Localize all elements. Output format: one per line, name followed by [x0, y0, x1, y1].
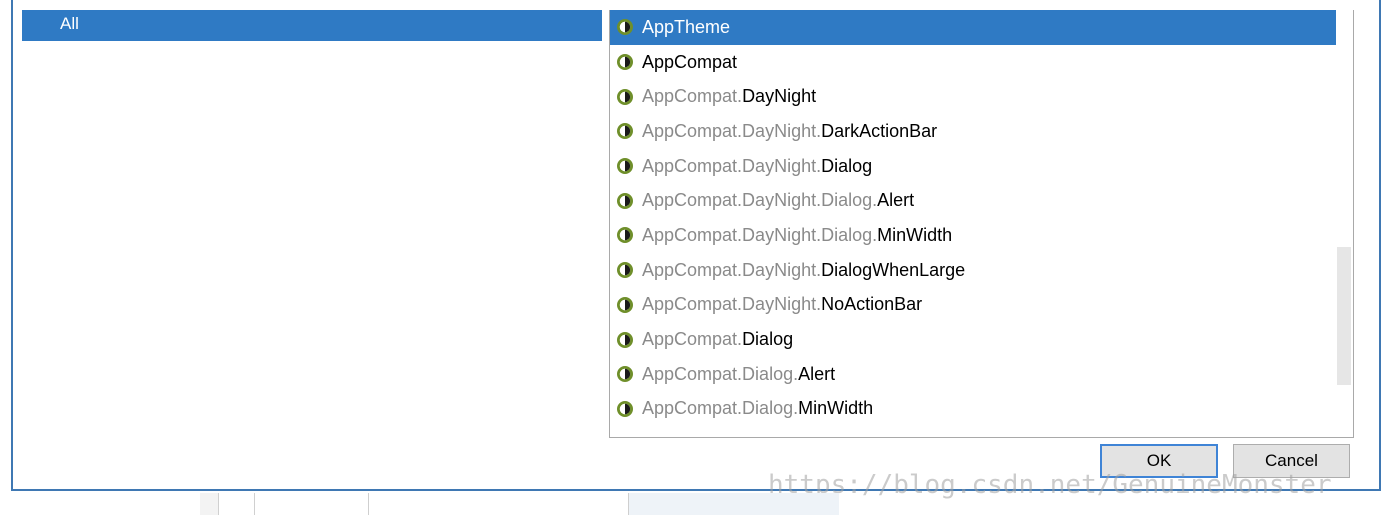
theme-name: MinWidth — [877, 224, 953, 245]
theme-prefix: AppCompat.Dialog. — [642, 363, 799, 384]
background-window-fragment — [219, 493, 255, 515]
category-list[interactable]: All — [22, 10, 602, 435]
theme-list-item[interactable]: AppCompat.DayNight. DarkActionBar — [610, 114, 1353, 149]
watermark-text: https://blog.csdn.net/GenuineMonster — [768, 470, 1332, 500]
theme-prefix: AppCompat.DayNight.Dialog. — [642, 224, 878, 245]
category-item-label: All — [60, 14, 79, 33]
theme-name: Dialog — [821, 155, 873, 176]
theme-icon — [617, 192, 633, 209]
category-item-all[interactable]: All — [22, 10, 602, 41]
theme-name: DayNight — [742, 86, 817, 107]
theme-icon — [617, 19, 633, 36]
theme-icon — [617, 296, 633, 313]
theme-icon — [617, 123, 633, 140]
theme-name: Dialog — [742, 329, 794, 350]
theme-list-item[interactable]: AppCompat.Dialog. MinWidth — [610, 392, 1353, 427]
theme-list-item[interactable]: AppCompat.DayNight.Dialog. Alert — [610, 183, 1353, 218]
theme-name: Alert — [798, 363, 836, 384]
theme-name: MinWidth — [798, 398, 874, 419]
theme-prefix: AppCompat.DayNight. — [642, 294, 822, 315]
theme-list-item[interactable]: AppCompat — [610, 45, 1353, 80]
theme-icon — [617, 88, 633, 105]
theme-list-item[interactable]: AppTheme — [610, 10, 1353, 45]
theme-list-item[interactable]: AppCompat.DayNight.Dialog. MinWidth — [610, 218, 1353, 253]
theme-prefix: AppCompat.DayNight. — [642, 120, 822, 141]
theme-icon — [617, 227, 633, 244]
background-window-fragment — [629, 493, 839, 515]
theme-name: AppTheme — [642, 16, 731, 37]
theme-list-item[interactable]: AppCompat.DayNight. DialogWhenLarge — [610, 253, 1353, 288]
theme-icon — [617, 331, 633, 348]
theme-prefix: AppCompat.DayNight. — [642, 259, 822, 280]
theme-name: Alert — [877, 190, 915, 211]
background-window-fragment — [200, 493, 219, 515]
theme-icon — [617, 158, 633, 175]
theme-list-item[interactable]: AppCompat.DayNight. Dialog — [610, 149, 1353, 184]
theme-prefix: AppCompat.DayNight.Dialog. — [642, 190, 878, 211]
theme-prefix: AppCompat. — [642, 329, 743, 350]
theme-prefix: AppCompat. — [642, 86, 743, 107]
theme-icon — [617, 400, 633, 417]
theme-name: DialogWhenLarge — [821, 259, 966, 280]
theme-icon — [617, 54, 633, 71]
theme-list-item[interactable]: AppCompat. DayNight — [610, 79, 1353, 114]
theme-list-item[interactable]: AppCompat.DayNight. NoActionBar — [610, 288, 1353, 323]
theme-name: DarkActionBar — [821, 120, 938, 141]
theme-prefix: AppCompat.DayNight. — [642, 155, 822, 176]
theme-list-scrollbar[interactable] — [1336, 10, 1353, 437]
theme-icon — [617, 262, 633, 279]
background-window-divider — [368, 493, 369, 515]
theme-list-item[interactable]: AppCompat.Dialog. Alert — [610, 357, 1353, 392]
app-canvas: All AppTheme AppCompat AppCompat. DayNight A… — [0, 0, 1392, 515]
theme-icon — [617, 366, 633, 383]
theme-prefix: AppCompat.Dialog. — [642, 398, 799, 419]
theme-name: AppCompat — [642, 51, 738, 72]
scrollbar-thumb[interactable] — [1337, 247, 1351, 385]
theme-list[interactable]: AppTheme AppCompat AppCompat. DayNight AppCo… — [609, 10, 1354, 438]
theme-list-item[interactable]: AppCompat. Dialog — [610, 322, 1353, 357]
theme-name: NoActionBar — [821, 294, 923, 315]
